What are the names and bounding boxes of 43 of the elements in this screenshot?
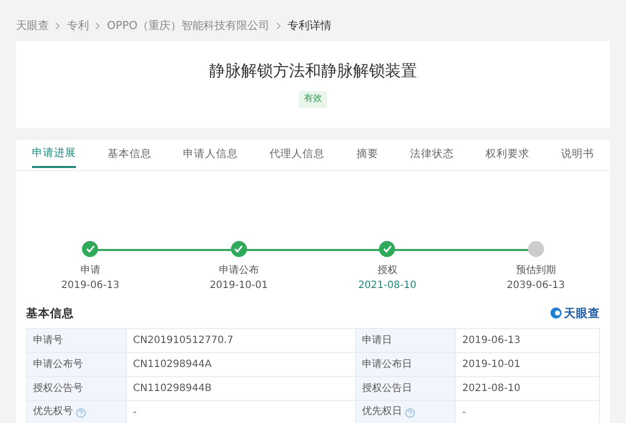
step-date: 2019-06-13: [60, 278, 120, 293]
breadcrumb-link[interactable]: 专利: [67, 18, 89, 34]
field-value: -: [462, 406, 466, 418]
step-date: 2019-10-01: [208, 278, 269, 293]
step-label: 申请公布: [218, 264, 260, 278]
logo-text: 天眼查: [564, 304, 600, 322]
step-date: 2039-06-13: [506, 278, 566, 293]
tab[interactable]: 说明书: [561, 142, 594, 168]
field-value: CN110298944B: [133, 382, 212, 394]
breadcrumb-link[interactable]: 天眼查: [16, 18, 49, 34]
tab[interactable]: 申请进展: [32, 142, 76, 168]
help-icon: [76, 408, 86, 418]
field-label: 优先权日: [362, 406, 402, 416]
field-value: 2021-08-10: [462, 382, 520, 394]
tab[interactable]: 基本信息: [107, 142, 152, 168]
tab[interactable]: 法律状态: [410, 142, 454, 168]
field-label: 申请日: [362, 334, 392, 346]
field-label: 优先权号: [33, 406, 73, 416]
field-label: 申请公布日: [362, 358, 412, 370]
logo-icon: [550, 307, 562, 320]
field-value: 2019-10-01: [462, 358, 520, 370]
field-label: 授权公告号: [33, 382, 83, 394]
status-tag: 有效: [299, 90, 327, 108]
patent-title: 静脉解锁方法和静脉解锁装置: [209, 60, 417, 82]
breadcrumb-link[interactable]: OPPO（重庆）智能科技有限公司: [107, 18, 270, 34]
step-label: 申请: [79, 264, 102, 278]
help-icon: [405, 408, 416, 418]
field-value: -: [133, 406, 137, 418]
field-label: 申请号: [33, 334, 63, 346]
field-label: 授权公告日: [362, 382, 412, 394]
field-value: CN110298944A: [133, 358, 212, 370]
breadcrumb-current: 专利详情: [288, 18, 332, 34]
tab[interactable]: 代理人信息: [270, 142, 325, 168]
step-label: 授权: [376, 264, 398, 278]
step-label: 预估到期: [514, 264, 557, 278]
field-value: CN201910512770.7: [133, 334, 234, 346]
tab[interactable]: 权利要求: [486, 142, 530, 168]
field-value: 2019-06-13: [462, 334, 520, 346]
step-date: 2021-08-10: [357, 278, 418, 293]
field-label: 申请公布号: [33, 358, 83, 370]
tab[interactable]: 申请人信息: [183, 142, 238, 168]
section-title: 基本信息: [26, 304, 74, 322]
tab[interactable]: 摘要: [356, 142, 378, 168]
